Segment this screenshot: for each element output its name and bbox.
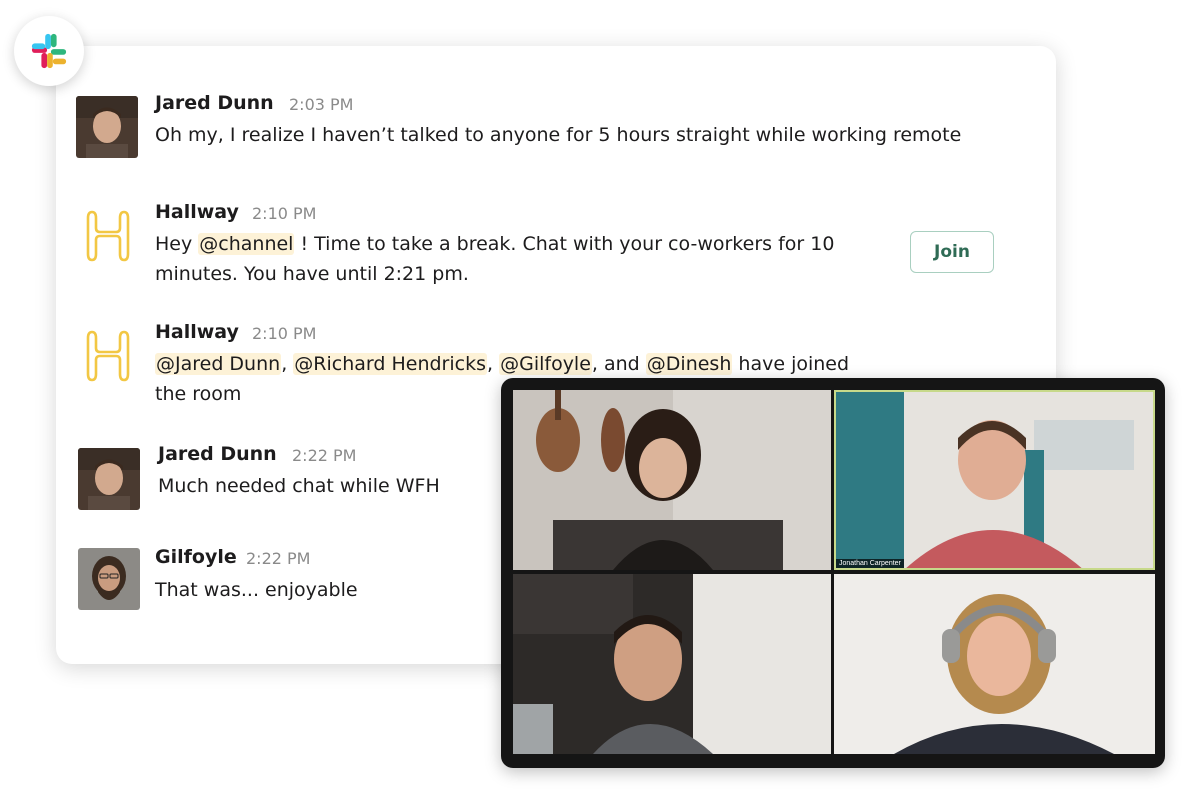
timestamp: 2:03 PM — [289, 95, 354, 114]
timestamp: 2:22 PM — [292, 446, 357, 465]
message-text: Oh my, I realize I haven’t talked to any… — [155, 124, 962, 146]
mention-user[interactable]: @Gilfoyle — [499, 353, 592, 375]
video-tile-bottom-left[interactable] — [513, 574, 831, 754]
jared-avatar[interactable] — [76, 96, 138, 158]
jared-avatar[interactable] — [78, 448, 140, 510]
hallway-logo-icon[interactable] — [84, 208, 132, 264]
video-tile-top-right[interactable]: Jonathan Carpenter — [834, 390, 1155, 570]
hallway-logo-icon[interactable] — [84, 328, 132, 384]
text-segment: , — [281, 353, 294, 375]
video-tile-top-left[interactable] — [513, 390, 831, 570]
text-segment: , — [487, 353, 500, 375]
timestamp: 2:10 PM — [252, 204, 317, 223]
text-segment: Hey — [155, 233, 199, 255]
slack-logo-badge — [14, 16, 84, 86]
author-name[interactable]: Gilfoyle — [155, 546, 237, 568]
timestamp: 2:22 PM — [246, 549, 311, 568]
timestamp: 2:10 PM — [252, 324, 317, 343]
mention-user[interactable]: @Dinesh — [645, 353, 733, 375]
author-name[interactable]: Jared Dunn — [158, 443, 277, 465]
author-name[interactable]: Hallway — [155, 321, 239, 343]
message-text: That was... enjoyable — [155, 579, 358, 601]
join-button[interactable]: Join — [910, 231, 994, 273]
author-name[interactable]: Jared Dunn — [155, 92, 274, 114]
mention-user[interactable]: @Jared Dunn — [155, 353, 282, 375]
slack-logo-icon — [31, 33, 67, 69]
message-text: Much needed chat while WFH — [158, 475, 440, 497]
video-tile-bottom-right[interactable] — [834, 574, 1155, 754]
mention-user[interactable]: @Richard Hendricks — [293, 353, 487, 375]
author-name[interactable]: Hallway — [155, 201, 239, 223]
gilfoyle-avatar[interactable] — [78, 548, 140, 610]
mention-channel[interactable]: @channel — [198, 233, 295, 255]
message-text: Hey @channel ! Time to take a break. Cha… — [155, 229, 875, 289]
participant-name-label: Jonathan Carpenter — [836, 559, 904, 568]
text-segment: , and — [591, 353, 646, 375]
video-call-window: Jonathan Carpenter — [501, 378, 1165, 768]
